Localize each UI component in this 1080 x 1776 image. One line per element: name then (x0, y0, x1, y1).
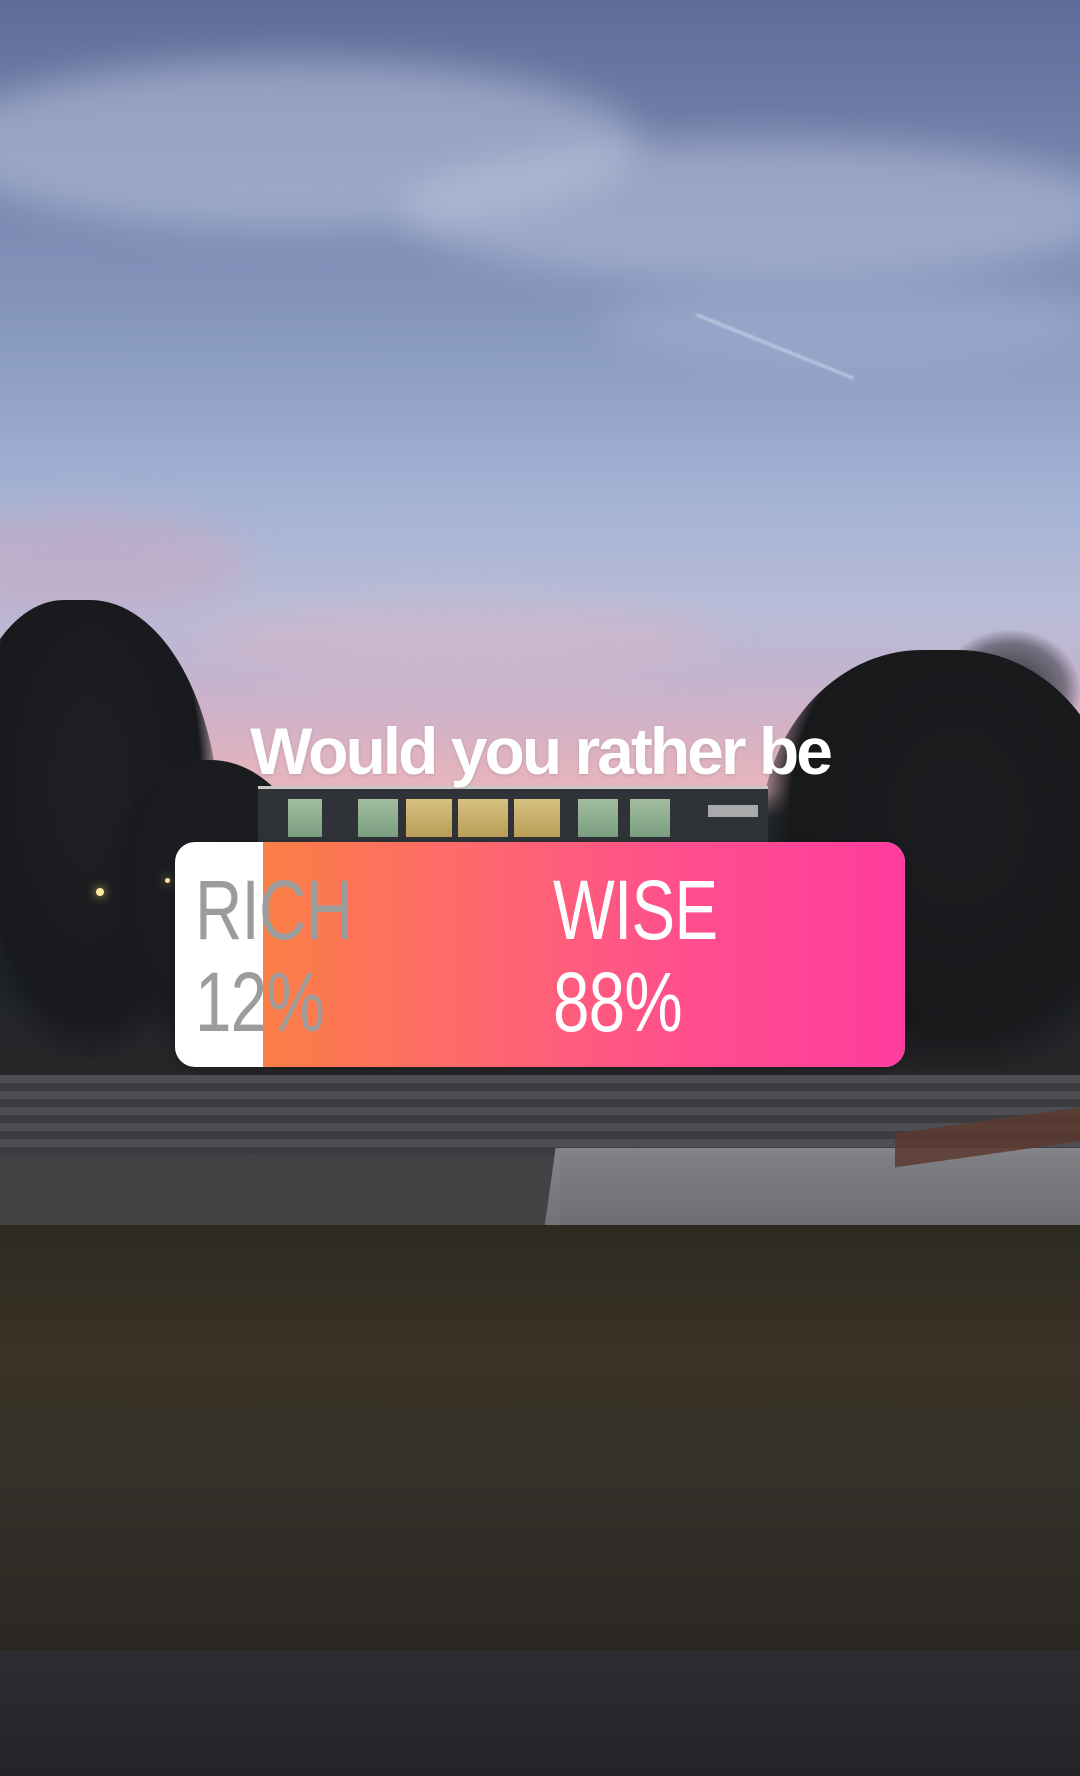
cloud (0, 510, 250, 620)
lawn (0, 1225, 1080, 1650)
poll-option-label: WISE (553, 863, 718, 957)
poll-option-percent: 88% (553, 955, 683, 1049)
building-window (458, 799, 508, 837)
building-window (406, 799, 452, 837)
poll-question: Would you rather be (250, 714, 833, 788)
poll-option-wise[interactable]: WISE 88% (553, 863, 718, 1049)
building-window (578, 799, 618, 837)
building-window (358, 799, 398, 837)
plaza (0, 1155, 560, 1225)
cloud (600, 280, 1080, 370)
poll-option-percent: 12% (195, 955, 325, 1049)
lit-building (258, 786, 768, 847)
poll-option-label: RICH (195, 863, 353, 957)
poll-option-rich[interactable]: RICH 12% (195, 863, 353, 1049)
street-light (96, 888, 104, 896)
building-window (288, 799, 322, 837)
story-background-photo: Would you rather be RICH 12% WISE 88% (0, 0, 1080, 1776)
building-window (630, 799, 670, 837)
cloud (200, 600, 720, 680)
street-light (165, 878, 170, 883)
poll-sticker[interactable]: RICH 12% WISE 88% (175, 842, 905, 1067)
building-window (514, 799, 560, 837)
building-sign (708, 805, 758, 817)
walkway (544, 1148, 1080, 1228)
road (0, 1650, 1080, 1776)
cloud (400, 140, 1080, 280)
